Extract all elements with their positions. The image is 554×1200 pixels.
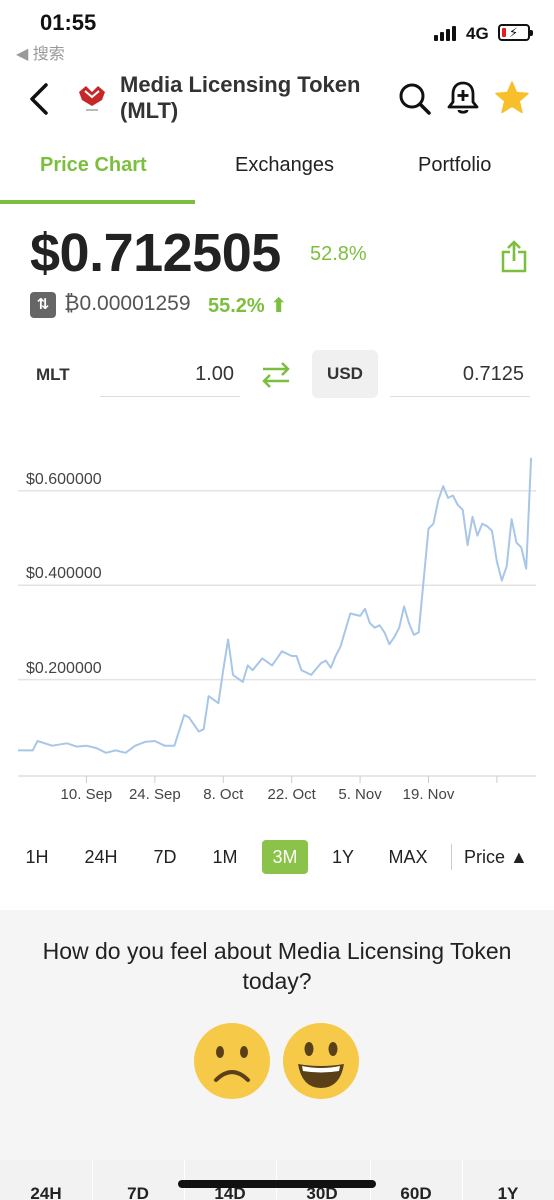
tab-price-chart[interactable]: Price Chart	[40, 154, 147, 177]
stats-period-1y[interactable]: 1Y	[498, 1184, 519, 1200]
x-axis-label: 19. Nov	[402, 786, 455, 803]
happy-face-icon[interactable]	[282, 1022, 360, 1100]
price-usd: $0.712505	[30, 223, 281, 283]
range-3m[interactable]: 3M	[262, 840, 308, 874]
favorite-star-icon[interactable]	[494, 80, 530, 116]
converter-to-input[interactable]: 0.7125	[390, 355, 530, 397]
price-btc: ₿0.00001259	[64, 292, 191, 315]
price-change-btc: 55.2% ⬆	[208, 295, 288, 317]
converter-swap-icon[interactable]	[260, 360, 292, 390]
tab-active-indicator	[0, 200, 195, 204]
sad-face-icon[interactable]	[193, 1022, 271, 1100]
tab-bar: Price Chart Exchanges Portfolio	[0, 140, 554, 206]
range-1y[interactable]: 1Y	[326, 840, 360, 874]
share-icon[interactable]	[500, 240, 528, 274]
sentiment-question: How do you feel about Media Licensing To…	[42, 938, 512, 994]
range-24h[interactable]: 24H	[78, 840, 124, 874]
x-axis-label: 10. Sep	[60, 786, 113, 803]
x-axis-label: 8. Oct	[203, 786, 244, 803]
signal-icon	[434, 25, 460, 41]
converter-from-input[interactable]: 1.00	[100, 355, 240, 397]
range-1h[interactable]: 1H	[18, 840, 56, 874]
stats-period-60d[interactable]: 60D	[400, 1184, 431, 1200]
time-range-selector: 1H 24H 7D 1M 3M 1Y MAX Price ▲	[0, 836, 554, 878]
status-time: 01:55	[40, 10, 97, 35]
tab-exchanges[interactable]: Exchanges	[235, 154, 334, 177]
chart-metric-select[interactable]: Price ▲	[464, 840, 528, 874]
battery-icon: ⚡	[498, 24, 533, 41]
home-indicator	[178, 1180, 376, 1188]
add-alert-bell-icon[interactable]	[446, 80, 480, 116]
converter-to-currency-select[interactable]: USD	[312, 350, 378, 398]
stats-period-7d[interactable]: 7D	[127, 1184, 149, 1200]
search-icon[interactable]	[398, 82, 432, 116]
stats-period-24h[interactable]: 24H	[30, 1184, 61, 1200]
y-axis-label: $0.600000	[26, 470, 102, 488]
y-axis-label: $0.400000	[26, 565, 102, 583]
network-label: 4G	[466, 24, 489, 43]
y-axis-label: $0.200000	[26, 659, 102, 677]
coin-name: Media Licensing Token (MLT)	[120, 72, 361, 123]
range-1m[interactable]: 1M	[206, 840, 244, 874]
x-axis-label: 24. Sep	[128, 786, 181, 803]
back-to-app-link[interactable]: ◀ 搜索	[16, 40, 65, 64]
back-icon[interactable]	[26, 82, 56, 116]
range-7d[interactable]: 7D	[146, 840, 184, 874]
tab-portfolio[interactable]: Portfolio	[418, 154, 491, 177]
converter-from-symbol: MLT	[36, 365, 70, 384]
stats-divider	[92, 1160, 93, 1200]
currency-toggle-icon[interactable]: ⇅	[30, 292, 56, 318]
status-bar: 01:55 ◀ 搜索 4G ⚡	[0, 0, 554, 64]
coin-logo	[79, 86, 105, 111]
x-axis-label: 5. Nov	[338, 786, 382, 803]
price-change-usd: 52.8%	[310, 243, 367, 265]
stats-divider	[462, 1160, 463, 1200]
range-divider	[451, 844, 452, 870]
x-axis-label: 22. Oct	[267, 786, 316, 803]
price-chart[interactable]: $0.600000 $0.400000 $0.200000 10. Sep 24…	[0, 420, 554, 820]
price-series-line	[18, 457, 533, 754]
range-max[interactable]: MAX	[382, 840, 434, 874]
sentiment-panel: How do you feel about Media Licensing To…	[0, 910, 554, 1160]
